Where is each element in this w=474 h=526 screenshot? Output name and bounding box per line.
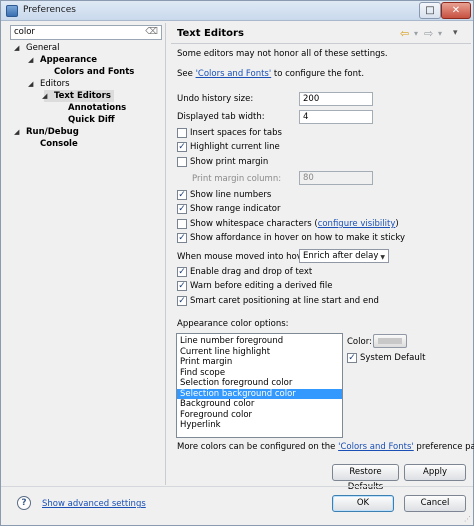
header-separator: [171, 43, 471, 44]
tab-width-label: Displayed tab width:: [177, 112, 265, 122]
checkbox-whitespace[interactable]: Show whitespace characters (configure vi…: [177, 218, 399, 230]
checkbox-box[interactable]: [177, 219, 187, 229]
list-item[interactable]: Print margin: [180, 357, 341, 367]
title-bar: Preferences □ ✕: [1, 1, 473, 21]
checkbox-box[interactable]: ✓: [177, 204, 187, 214]
tree-item-colors-and-fonts[interactable]: Colors and Fonts: [54, 66, 134, 78]
expand-icon[interactable]: ◢: [14, 128, 22, 136]
maximize-button[interactable]: □: [419, 2, 441, 19]
checkbox-box[interactable]: ✓: [177, 190, 187, 200]
checkbox-box[interactable]: [177, 128, 187, 138]
list-item[interactable]: Find scope: [180, 368, 341, 378]
restore-defaults-button[interactable]: Restore Defaults: [332, 464, 399, 492]
page-title: Text Editors: [177, 28, 244, 39]
checkbox-box[interactable]: ✓: [177, 233, 187, 243]
window-title: Preferences: [23, 5, 76, 15]
expand-icon[interactable]: ◢: [14, 44, 22, 52]
filter-value: color: [14, 27, 35, 37]
filter-input[interactable]: color ⌫: [10, 25, 162, 40]
color-label: Color:: [347, 337, 372, 347]
preference-tree: ◢ General ◢ Appearance Colors and Fonts …: [14, 43, 135, 150]
checkbox-box[interactable]: ✓: [177, 142, 187, 152]
tree-item-text-editors[interactable]: ◢ Text Editors: [42, 90, 114, 102]
hover-combo[interactable]: Enrich after delay ▼: [299, 249, 389, 263]
undo-history-input[interactable]: 200: [299, 92, 373, 106]
list-item[interactable]: Foreground color: [180, 410, 341, 420]
list-item[interactable]: Line number foreground: [180, 336, 341, 346]
show-advanced-settings-link[interactable]: Show advanced settings: [42, 499, 146, 510]
checkbox-box[interactable]: ✓: [347, 353, 357, 363]
undo-history-label: Undo history size:: [177, 94, 254, 104]
print-margin-label: Print margin column:: [192, 174, 282, 184]
apply-button[interactable]: Apply: [404, 464, 466, 481]
ok-button[interactable]: OK: [332, 495, 394, 512]
checkbox-box[interactable]: ✓: [177, 296, 187, 306]
list-item[interactable]: Hyperlink: [180, 420, 341, 430]
footer-text: More colors can be configured on the 'Co…: [177, 442, 474, 452]
list-item-selected[interactable]: Selection background color: [177, 388, 342, 399]
app-icon: [6, 5, 18, 17]
expand-icon[interactable]: ◢: [42, 92, 50, 100]
dropdown-arrow-icon[interactable]: ▼: [380, 252, 385, 264]
appearance-color-label: Appearance color options:: [177, 319, 289, 329]
colors-and-fonts-link[interactable]: 'Colors and Fonts': [196, 69, 272, 79]
back-menu-icon[interactable]: ▾: [414, 29, 418, 38]
colors-and-fonts-footer-link[interactable]: 'Colors and Fonts': [338, 442, 414, 452]
close-button[interactable]: ✕: [441, 2, 471, 19]
checkbox-box[interactable]: [177, 157, 187, 167]
forward-menu-icon[interactable]: ▾: [438, 29, 442, 38]
print-margin-input: 80: [299, 171, 373, 185]
color-options-list[interactable]: Line number foreground Current line high…: [176, 333, 343, 438]
tab-width-input[interactable]: 4: [299, 110, 373, 124]
cancel-button[interactable]: Cancel: [404, 495, 466, 512]
resize-grip-icon[interactable]: ⋰: [464, 515, 471, 523]
pane-divider[interactable]: [165, 23, 166, 485]
back-arrow-icon[interactable]: ⇦: [400, 27, 409, 40]
see-colors-fonts-text: See 'Colors and Fonts' to configure the …: [177, 69, 365, 79]
tree-item-annotations[interactable]: Annotations: [68, 102, 126, 114]
clear-icon[interactable]: ⌫: [145, 27, 158, 37]
forward-arrow-icon[interactable]: ⇨: [424, 27, 433, 40]
footer-separator: [1, 486, 473, 487]
list-item[interactable]: Current line highlight: [180, 347, 341, 357]
tree-item-console[interactable]: Console: [40, 138, 78, 150]
view-menu-icon[interactable]: ▾: [453, 28, 458, 38]
configure-visibility-link[interactable]: configure visibility: [318, 219, 396, 229]
color-picker-button[interactable]: [373, 334, 407, 348]
hover-label: When mouse moved into hover:: [177, 252, 314, 262]
help-icon[interactable]: ?: [17, 496, 31, 510]
checkbox-box[interactable]: ✓: [177, 267, 187, 277]
preferences-window: Preferences □ ✕ color ⌫ ◢ General ◢ Appe…: [0, 0, 474, 526]
tree-item-quick-diff[interactable]: Quick Diff: [68, 114, 115, 126]
expand-icon[interactable]: ◢: [28, 56, 36, 64]
color-swatch: [378, 338, 402, 344]
list-item[interactable]: Background color: [180, 399, 341, 409]
expand-icon[interactable]: ◢: [28, 80, 36, 88]
intro-text: Some editors may not honor all of these …: [177, 49, 388, 59]
checkbox-box[interactable]: ✓: [177, 281, 187, 291]
list-item[interactable]: Selection foreground color: [180, 378, 341, 388]
